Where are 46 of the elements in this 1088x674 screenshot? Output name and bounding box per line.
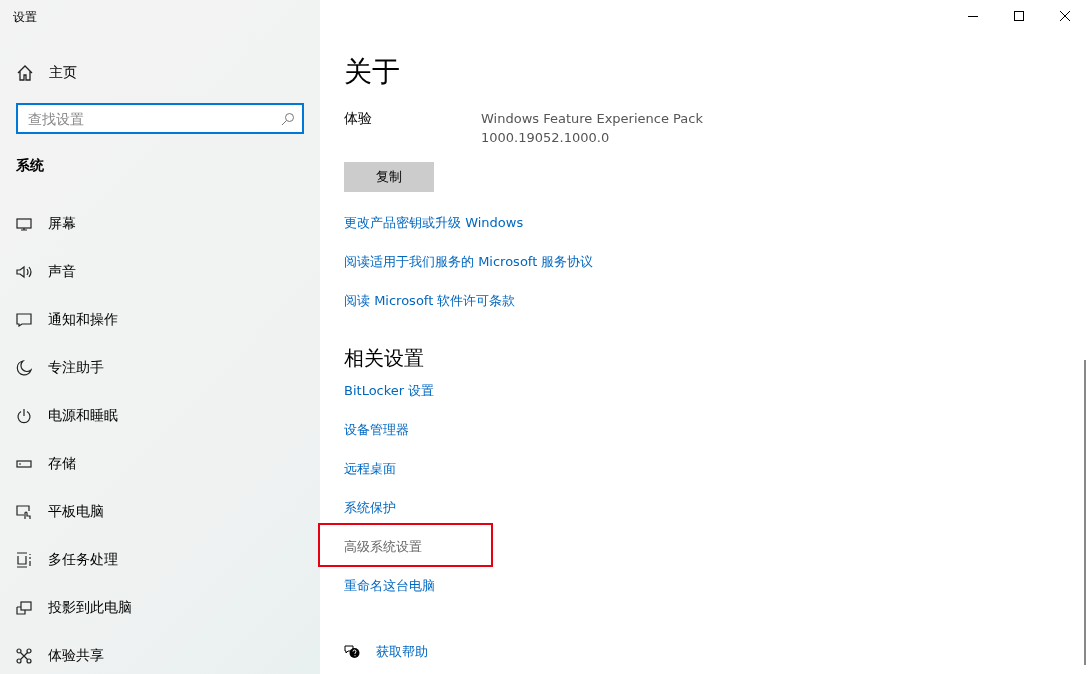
- sidebar-item[interactable]: 通知和操作: [0, 296, 320, 344]
- link[interactable]: 远程桌面: [344, 461, 396, 476]
- sidebar-item[interactable]: 电源和睡眠: [0, 392, 320, 440]
- moon-icon: [16, 360, 32, 376]
- sidebar-item[interactable]: 多任务处理: [0, 536, 320, 584]
- message-icon: [16, 313, 32, 327]
- projector-icon: [16, 601, 32, 615]
- link[interactable]: 阅读适用于我们服务的 Microsoft 服务协议: [344, 254, 594, 269]
- share-nodes-icon: [16, 648, 32, 664]
- link[interactable]: 设备管理器: [344, 422, 409, 437]
- display-icon: [16, 217, 32, 231]
- page-title: 关于: [344, 54, 401, 90]
- copy-button[interactable]: 复制: [344, 162, 434, 192]
- sidebar-item[interactable]: 投影到此电脑: [0, 584, 320, 632]
- link[interactable]: 系统保护: [344, 500, 396, 515]
- link[interactable]: 更改产品密钥或升级 Windows: [344, 215, 524, 230]
- minimize-icon: [968, 15, 978, 17]
- sidebar-item[interactable]: 屏幕: [0, 200, 320, 248]
- power-icon: [16, 408, 32, 424]
- sidebar-item[interactable]: 存储: [0, 440, 320, 488]
- window-title: 设置: [13, 8, 37, 26]
- link[interactable]: BitLocker 设置: [344, 383, 435, 398]
- section-heading: 相关设置: [344, 345, 425, 372]
- sidebar-item[interactable]: 平板电脑: [0, 488, 320, 536]
- spec-label: 体验: [344, 109, 373, 128]
- speaker-icon: [16, 265, 32, 279]
- section-heading: 系统: [16, 157, 44, 175]
- home-nav-item[interactable]: 主页: [0, 49, 320, 97]
- tablet-icon: [16, 504, 32, 520]
- sidebar-item[interactable]: 专注助手: [0, 344, 320, 392]
- help-link[interactable]: 获取帮助: [376, 642, 428, 661]
- search-field[interactable]: 查找设置: [16, 103, 304, 134]
- spec-value: Windows Feature Experience Pack 1000.19052.1000.0: [481, 110, 703, 147]
- multitask-icon: [16, 552, 32, 568]
- chat-help-icon: [344, 644, 360, 659]
- maximize-icon: [1014, 11, 1024, 21]
- close-icon: [1060, 11, 1070, 21]
- sidebar-item[interactable]: 声音: [0, 248, 320, 296]
- link[interactable]: 重命名这台电脑: [344, 578, 435, 593]
- scrollbar[interactable]: [1084, 360, 1086, 665]
- link[interactable]: 高级系统设置: [344, 539, 422, 554]
- search-icon: [281, 112, 295, 126]
- sidebar-item[interactable]: 体验共享: [0, 632, 320, 674]
- storage-icon: [16, 459, 32, 469]
- link[interactable]: 阅读 Microsoft 软件许可条款: [344, 293, 516, 308]
- home-icon: [17, 65, 33, 81]
